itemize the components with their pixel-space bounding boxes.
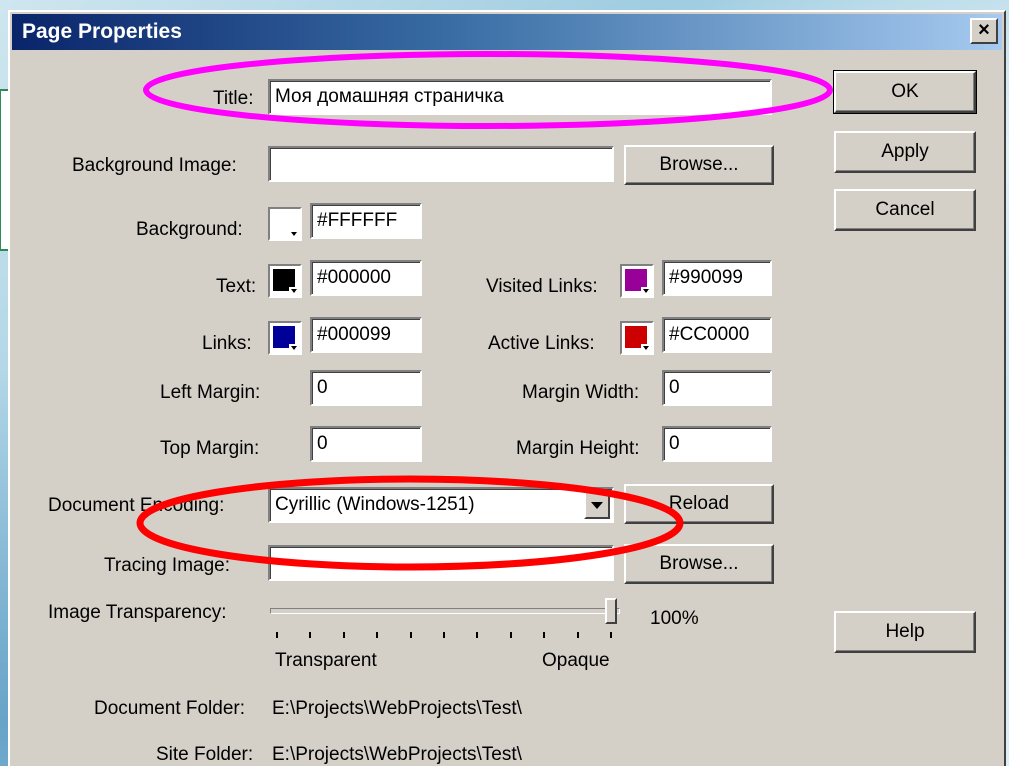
title-highlight-ellipse xyxy=(143,51,833,129)
encoding-highlight-ellipse xyxy=(136,475,684,571)
annotation-overlay xyxy=(136,51,833,571)
